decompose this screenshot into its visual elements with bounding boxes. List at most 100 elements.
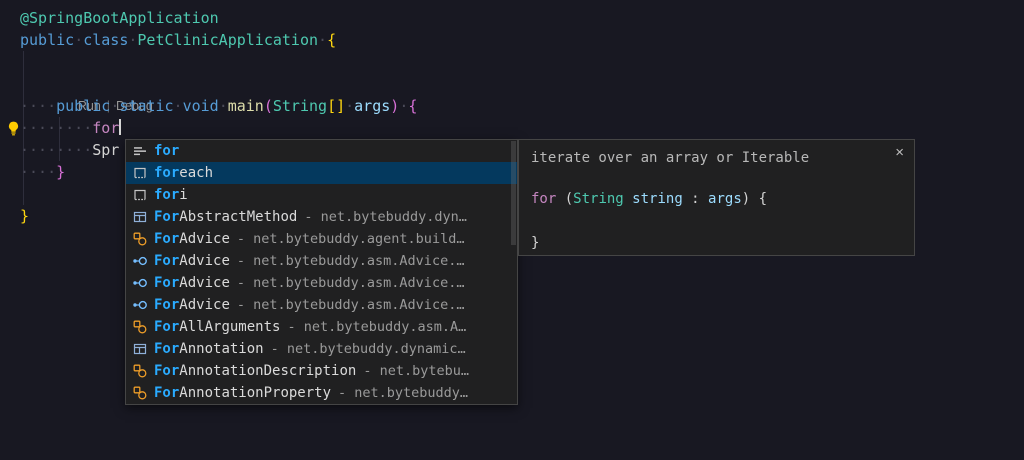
code-token-bracket2: ( bbox=[264, 97, 273, 115]
class-icon bbox=[132, 319, 148, 335]
code-token-ws: · bbox=[219, 97, 228, 115]
code-line-class-declaration[interactable]: public·class·PetClinicApplication·{ bbox=[0, 29, 1024, 51]
keyword-icon bbox=[132, 143, 148, 159]
suggestion-item-foradvice-6[interactable]: ForAdvice - net.bytebuddy.asm.Advice.… bbox=[126, 272, 517, 294]
suggestion-label: ForAdvice bbox=[154, 231, 230, 247]
code-token-ws: ···· bbox=[20, 163, 56, 181]
code-token-annotation: @SpringBootApplication bbox=[20, 9, 219, 27]
suggestion-label: foreach bbox=[154, 165, 213, 181]
suggestion-item-foradvice-5[interactable]: ForAdvice - net.bytebuddy.asm.Advice.… bbox=[126, 250, 517, 272]
suggestion-label: fori bbox=[154, 187, 188, 203]
suggestion-label: ForAbstractMethod bbox=[154, 209, 297, 225]
suggestion-detail: - net.bytebu… bbox=[363, 363, 469, 379]
suggestion-detail: - net.bytebuddy.asm.A… bbox=[287, 319, 466, 335]
class-icon bbox=[132, 385, 148, 401]
suggest-widget: for foreach fori ForAbstractMethod - net.byt… bbox=[125, 139, 518, 405]
class-icon bbox=[132, 231, 148, 247]
code-token-ws: ···· bbox=[20, 97, 56, 115]
code-token-ws: ········ bbox=[20, 141, 92, 159]
suggestion-label: ForAdvice bbox=[154, 275, 230, 291]
suggestion-label: ForAnnotationDescription bbox=[154, 363, 356, 379]
code-token-plain: } bbox=[531, 235, 539, 251]
code-token-ws: ········ bbox=[20, 119, 92, 137]
code-token-variable: string bbox=[632, 191, 683, 207]
code-token-plain: Spr bbox=[92, 141, 119, 159]
code-token-ws: · bbox=[110, 97, 119, 115]
suggestion-item-forannotationproperty-11[interactable]: ForAnnotationProperty - net.bytebuddy… bbox=[126, 382, 517, 404]
close-icon[interactable]: × bbox=[895, 144, 904, 162]
structure-icon bbox=[132, 209, 148, 225]
code-token-ws: · bbox=[345, 97, 354, 115]
suggestion-label: ForAdvice bbox=[154, 253, 230, 269]
interface-icon bbox=[132, 253, 148, 269]
code-token-bracket1: { bbox=[327, 31, 336, 49]
interface-icon bbox=[132, 297, 148, 313]
snippet-icon bbox=[132, 165, 148, 181]
suggestion-label: ForAllArguments bbox=[154, 319, 280, 335]
code-token-keyword: static bbox=[119, 97, 173, 115]
code-token-bracket2: { bbox=[408, 97, 417, 115]
code-token-plain bbox=[624, 191, 632, 207]
suggestion-item-fori-2[interactable]: fori bbox=[126, 184, 517, 206]
suggestion-detail: - net.bytebuddy.asm.Advice.… bbox=[237, 275, 465, 291]
suggestion-detail: - net.bytebuddy.asm.Advice.… bbox=[237, 297, 465, 313]
code-token-ws: · bbox=[399, 97, 408, 115]
suggestion-item-forannotation-9[interactable]: ForAnnotation - net.bytebuddy.dynamic… bbox=[126, 338, 517, 360]
code-line-blank[interactable] bbox=[0, 51, 1024, 73]
docs-code-line: for (String string : args) { bbox=[531, 188, 902, 210]
suggestion-docs-code: for (String string : args) {} bbox=[531, 188, 902, 254]
code-token-keyword: class bbox=[83, 31, 128, 49]
code-token-plain: : bbox=[683, 191, 708, 207]
code-token-ws: · bbox=[318, 31, 327, 49]
suggestion-detail: - net.bytebuddy.asm.Advice.… bbox=[237, 253, 465, 269]
suggestion-list: for foreach fori ForAbstractMethod - net.byt… bbox=[126, 140, 517, 404]
suggestion-detail: - net.bytebuddy.dyn… bbox=[304, 209, 467, 225]
structure-icon bbox=[132, 341, 148, 357]
code-token-type: PetClinicApplication bbox=[137, 31, 318, 49]
codelens: Run|Debug bbox=[0, 73, 1024, 95]
code-token-ws: · bbox=[74, 31, 83, 49]
code-token-keyword: void bbox=[183, 97, 219, 115]
suggestion-detail: - net.bytebuddy… bbox=[338, 385, 468, 401]
suggestion-item-foradvice-7[interactable]: ForAdvice - net.bytebuddy.asm.Advice.… bbox=[126, 294, 517, 316]
suggestion-label: ForAdvice bbox=[154, 297, 230, 313]
suggestion-item-forabstractmethod-3[interactable]: ForAbstractMethod - net.bytebuddy.dyn… bbox=[126, 206, 517, 228]
docs-code-line bbox=[531, 210, 902, 232]
code-token-type: String bbox=[273, 97, 327, 115]
code-token-keyword: public bbox=[20, 31, 74, 49]
code-token-plain: ) { bbox=[742, 191, 767, 207]
suggestion-label: ForAnnotationProperty bbox=[154, 385, 331, 401]
code-token-bracket2: } bbox=[56, 163, 65, 181]
suggest-scrollbar[interactable] bbox=[511, 141, 516, 245]
code-token-control: for bbox=[92, 119, 119, 137]
class-icon bbox=[132, 363, 148, 379]
docs-code-line: } bbox=[531, 232, 902, 254]
suggestion-detail: - net.bytebuddy.dynamic… bbox=[271, 341, 466, 357]
suggestion-item-foradvice-4[interactable]: ForAdvice - net.bytebuddy.agent.build… bbox=[126, 228, 517, 250]
suggestion-item-forannotationdescription-10[interactable]: ForAnnotationDescription - net.bytebu… bbox=[126, 360, 517, 382]
code-token-type: String bbox=[573, 191, 624, 207]
code-token-plain: ( bbox=[556, 191, 573, 207]
code-token-bracket1: } bbox=[20, 207, 29, 225]
code-editor[interactable]: @SpringBootApplication public·class·PetC… bbox=[0, 0, 1024, 460]
code-token-keyword: public bbox=[56, 97, 110, 115]
suggestion-detail: - net.bytebuddy.agent.build… bbox=[237, 231, 465, 247]
lightbulb-icon[interactable] bbox=[5, 120, 22, 137]
code-line-for-typed[interactable]: ········for bbox=[0, 117, 1024, 139]
suggestion-docs-panel: iterate over an array or Iterable for (S… bbox=[518, 139, 915, 256]
suggestion-label: ForAnnotation bbox=[154, 341, 264, 357]
code-line-annotation[interactable]: @SpringBootApplication bbox=[0, 7, 1024, 29]
suggestion-item-forallarguments-8[interactable]: ForAllArguments - net.bytebuddy.asm.A… bbox=[126, 316, 517, 338]
code-token-cursor bbox=[119, 119, 121, 135]
snippet-icon bbox=[132, 187, 148, 203]
code-token-method: main bbox=[228, 97, 264, 115]
code-token-bracket1: [] bbox=[327, 97, 345, 115]
suggestion-item-foreach-1[interactable]: foreach bbox=[126, 162, 517, 184]
code-line-main-method[interactable]: ····public·static·void·main(String[]·arg… bbox=[0, 95, 1024, 117]
code-token-bracket2: ) bbox=[390, 97, 399, 115]
suggestion-item-for-0[interactable]: for bbox=[126, 140, 517, 162]
code-token-ws: · bbox=[174, 97, 183, 115]
suggestion-label: for bbox=[154, 143, 179, 159]
code-token-control: for bbox=[531, 191, 556, 207]
suggestion-docs-description: iterate over an array or Iterable bbox=[531, 148, 902, 168]
